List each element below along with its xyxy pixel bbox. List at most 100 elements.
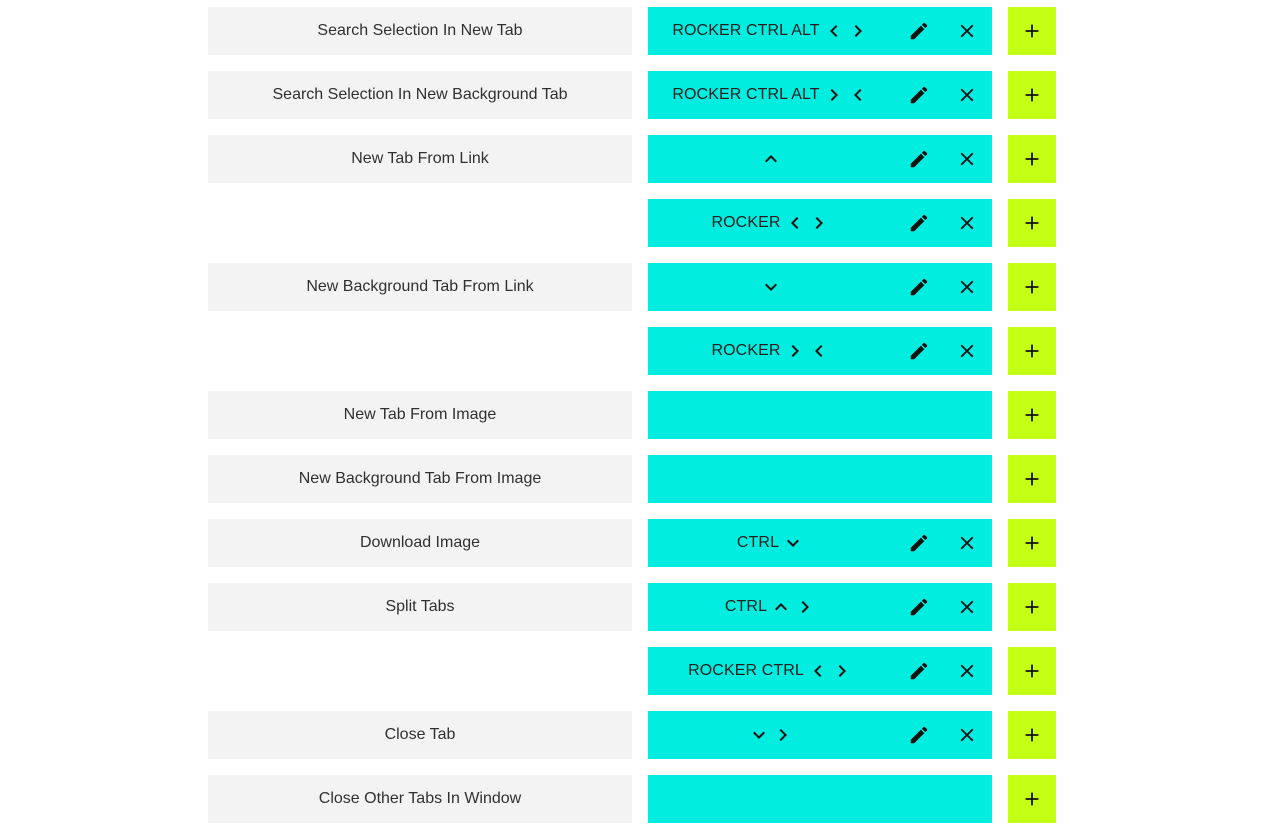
table-row: Download Image CTRL xyxy=(0,519,1280,567)
gesture-modifiers: ROCKER CTRL xyxy=(688,662,804,679)
gesture-modifiers: ROCKER CTRL ALT xyxy=(672,86,820,103)
action-label: New Background Tab From Image xyxy=(208,455,632,503)
gesture-cell: ROCKER xyxy=(648,199,992,247)
close-icon[interactable] xyxy=(943,71,991,119)
close-icon[interactable] xyxy=(943,199,991,247)
gesture-modifiers: ROCKER xyxy=(711,342,781,359)
pencil-icon[interactable] xyxy=(895,327,943,375)
chevron-left-icon xyxy=(807,339,831,363)
pencil-icon[interactable] xyxy=(895,711,943,759)
plus-icon[interactable] xyxy=(1008,135,1056,183)
gesture-modifiers: CTRL xyxy=(736,534,780,551)
table-row: ROCKER xyxy=(0,199,1280,247)
gesture-cell: ROCKER xyxy=(648,327,992,375)
chevron-right-icon xyxy=(783,339,807,363)
close-icon[interactable] xyxy=(943,7,991,55)
plus-icon[interactable] xyxy=(1008,199,1056,247)
gesture-display[interactable]: CTRL xyxy=(648,583,894,631)
action-label: Search Selection In New Tab xyxy=(208,7,632,55)
chevron-right-icon xyxy=(771,723,795,747)
gesture-display[interactable]: ROCKER CTRL xyxy=(648,647,894,695)
gesture-settings-list: Search Selection In New Tab ROCKER CTRL A… xyxy=(0,7,1280,839)
plus-icon[interactable] xyxy=(1008,519,1056,567)
chevron-down-icon xyxy=(747,723,771,747)
plus-icon[interactable] xyxy=(1008,647,1056,695)
chevron-left-icon xyxy=(783,211,807,235)
gesture-display[interactable]: ROCKER xyxy=(648,199,894,247)
gesture-cell: ROCKER CTRL ALT xyxy=(648,7,992,55)
pencil-icon[interactable] xyxy=(895,263,943,311)
close-icon[interactable] xyxy=(943,711,991,759)
close-icon[interactable] xyxy=(943,519,991,567)
gesture-display[interactable]: CTRL xyxy=(648,519,894,567)
gesture-cell: ROCKER CTRL ALT xyxy=(648,71,992,119)
close-icon[interactable] xyxy=(943,327,991,375)
gesture-modifiers: ROCKER CTRL ALT xyxy=(672,22,820,39)
plus-icon[interactable] xyxy=(1008,71,1056,119)
table-row: ROCKER xyxy=(0,327,1280,375)
gesture-display[interactable]: ROCKER CTRL ALT xyxy=(648,71,894,119)
gesture-cell xyxy=(648,263,992,311)
pencil-icon[interactable] xyxy=(895,583,943,631)
pencil-icon[interactable] xyxy=(895,7,943,55)
chevron-right-icon xyxy=(822,83,846,107)
close-icon[interactable] xyxy=(943,583,991,631)
gesture-modifiers: ROCKER xyxy=(711,214,781,231)
plus-icon[interactable] xyxy=(1008,391,1056,439)
plus-icon[interactable] xyxy=(1008,583,1056,631)
gesture-display[interactable] xyxy=(648,711,894,759)
table-row: New Tab From Link xyxy=(0,135,1280,183)
gesture-cell xyxy=(648,135,992,183)
chevron-left-icon xyxy=(822,19,846,43)
action-label: Close Tab xyxy=(208,711,632,759)
action-label: New Tab From Link xyxy=(208,135,632,183)
table-row: Close Tab xyxy=(0,711,1280,759)
table-row: Search Selection In New Tab ROCKER CTRL A… xyxy=(0,7,1280,55)
action-label: Download Image xyxy=(208,519,632,567)
gesture-cell: CTRL xyxy=(648,583,992,631)
gesture-cell: ROCKER CTRL xyxy=(648,647,992,695)
table-row: ROCKER CTRL xyxy=(0,647,1280,695)
chevron-up-icon xyxy=(759,147,783,171)
table-row: New Background Tab From Link xyxy=(0,263,1280,311)
chevron-left-icon xyxy=(846,83,870,107)
gesture-display[interactable]: ROCKER CTRL ALT xyxy=(648,7,894,55)
plus-icon[interactable] xyxy=(1008,455,1056,503)
pencil-icon[interactable] xyxy=(895,519,943,567)
chevron-right-icon xyxy=(846,19,870,43)
gesture-display[interactable] xyxy=(648,263,894,311)
plus-icon[interactable] xyxy=(1008,327,1056,375)
gesture-modifiers: CTRL xyxy=(724,598,768,615)
chevron-down-icon xyxy=(759,275,783,299)
close-icon[interactable] xyxy=(943,647,991,695)
action-label: Split Tabs xyxy=(208,583,632,631)
pencil-icon[interactable] xyxy=(895,647,943,695)
gesture-display[interactable] xyxy=(648,135,894,183)
action-label: New Tab From Image xyxy=(208,391,632,439)
action-label: Search Selection In New Background Tab xyxy=(208,71,632,119)
plus-icon[interactable] xyxy=(1008,775,1056,823)
pencil-icon[interactable] xyxy=(895,199,943,247)
chevron-right-icon xyxy=(830,659,854,683)
close-icon[interactable] xyxy=(943,263,991,311)
table-row: New Background Tab From Image xyxy=(0,455,1280,503)
action-label: New Background Tab From Link xyxy=(208,263,632,311)
gesture-display[interactable]: ROCKER xyxy=(648,327,894,375)
gesture-cell xyxy=(648,711,992,759)
chevron-down-icon xyxy=(781,531,805,555)
plus-icon[interactable] xyxy=(1008,7,1056,55)
plus-icon[interactable] xyxy=(1008,263,1056,311)
chevron-right-icon xyxy=(793,595,817,619)
gesture-cell xyxy=(648,455,992,503)
close-icon[interactable] xyxy=(943,135,991,183)
pencil-icon[interactable] xyxy=(895,135,943,183)
gesture-cell xyxy=(648,775,992,823)
table-row: Close Other Tabs In Window xyxy=(0,775,1280,823)
table-row: New Tab From Image xyxy=(0,391,1280,439)
chevron-up-icon xyxy=(769,595,793,619)
chevron-right-icon xyxy=(807,211,831,235)
plus-icon[interactable] xyxy=(1008,711,1056,759)
table-row: Search Selection In New Background Tab RO… xyxy=(0,71,1280,119)
pencil-icon[interactable] xyxy=(895,71,943,119)
action-label: Close Other Tabs In Window xyxy=(208,775,632,823)
